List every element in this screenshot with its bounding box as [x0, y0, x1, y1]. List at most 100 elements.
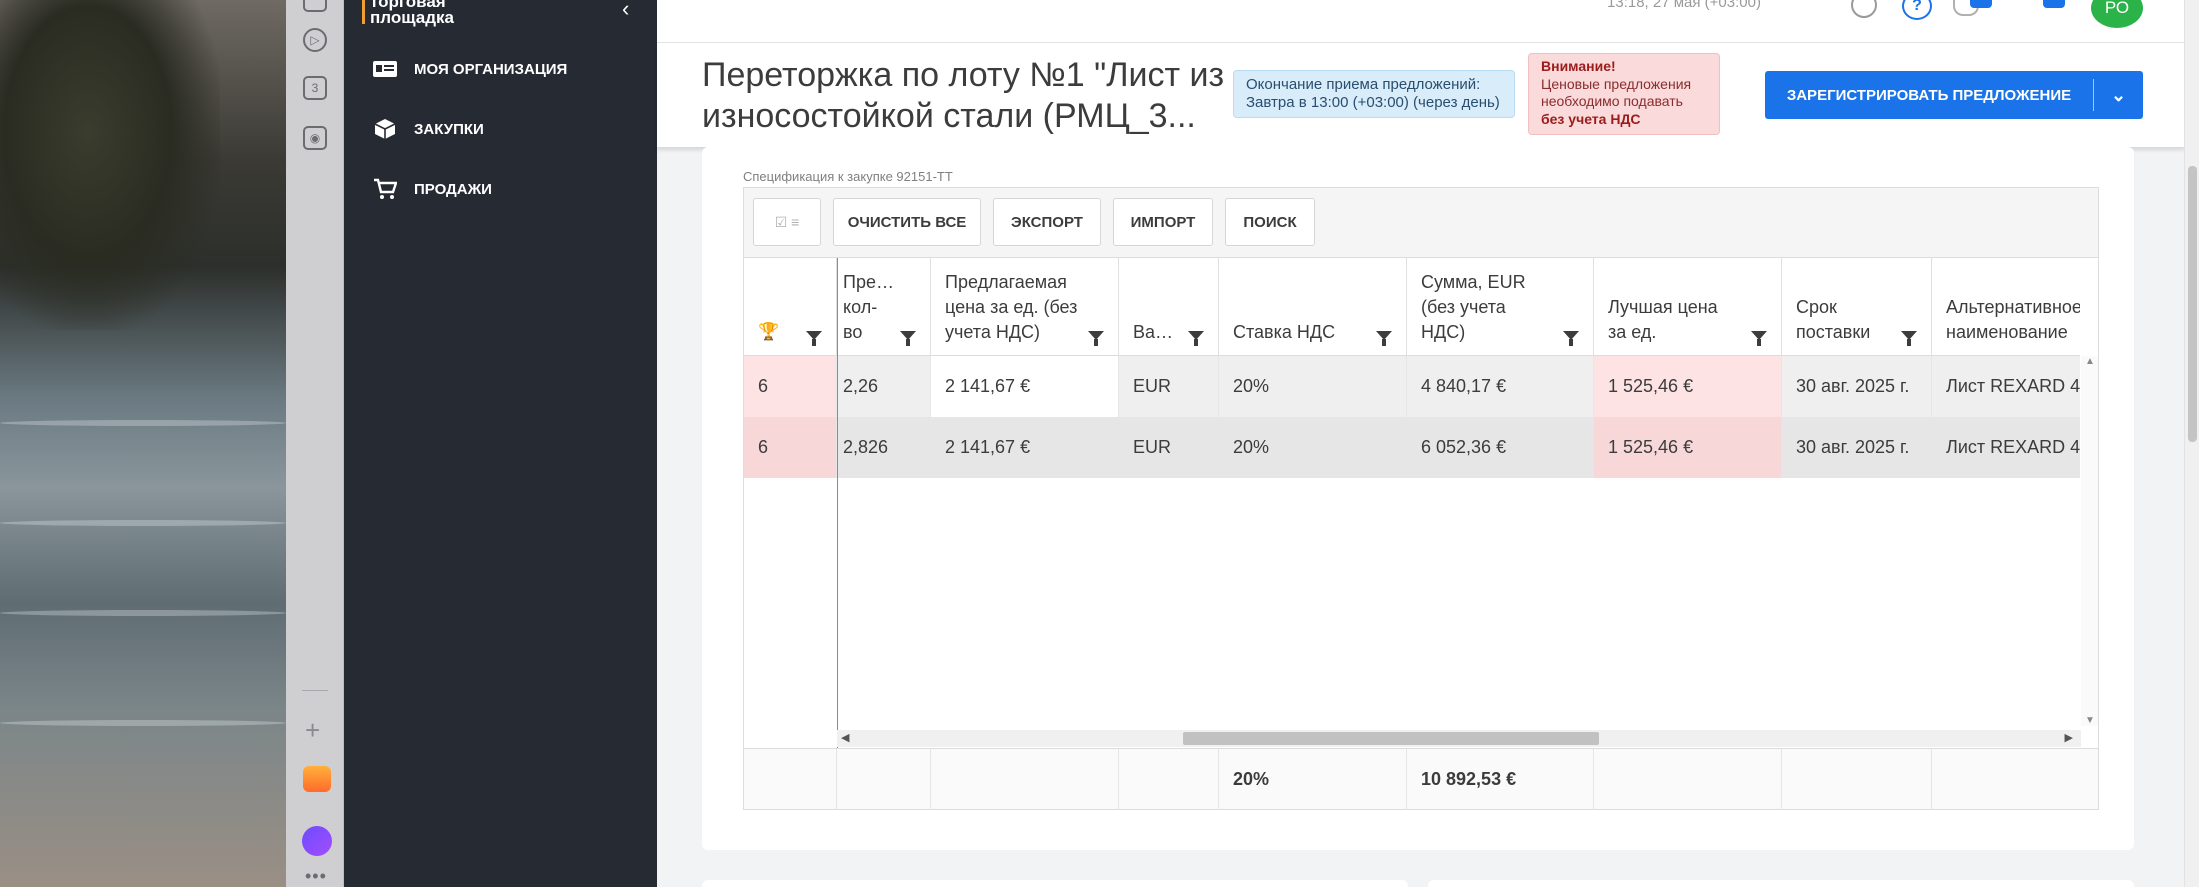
vertical-scrollbar[interactable]: ▲ ▼: [2081, 356, 2098, 726]
register-offer-button[interactable]: ЗАРЕГИСТРИРОВАТЬ ПРЕДЛОЖЕНИЕ ⌄: [1765, 71, 2143, 119]
box-icon: [372, 118, 398, 140]
footer-cell: [837, 749, 931, 810]
wallpaper-rock: [0, 0, 220, 330]
filter-icon[interactable]: [1088, 331, 1104, 346]
browser-side-panel: ▷ 3 ◉ + •••: [286, 0, 344, 887]
horizontal-scroll-thumb[interactable]: [1183, 732, 1599, 745]
wallpaper-wave: [0, 720, 286, 726]
cell-vat-rate: 20%: [1219, 417, 1407, 478]
import-button[interactable]: ИМПОРТ: [1113, 198, 1213, 246]
column-chooser-button[interactable]: ☑ ≡: [753, 198, 821, 246]
filter-icon[interactable]: [1376, 331, 1392, 346]
mail-icon[interactable]: [303, 766, 331, 792]
trophy-icon: 🏆: [758, 322, 780, 341]
table-row[interactable]: 6 2,826 2 141,67 € EUR 20% 6 052,36 € 1 …: [744, 417, 2080, 478]
table-row[interactable]: 6 2,26 2 141,67 € EUR 20% 4 840,17 € 1 5…: [744, 356, 2080, 417]
cell-best-price: 1 525,46 €: [1594, 356, 1782, 417]
more-icon[interactable]: •••: [305, 866, 327, 887]
page-scroll-thumb[interactable]: [2188, 166, 2197, 442]
scroll-left-icon[interactable]: ◀: [841, 731, 849, 744]
specification-grid: ☑ ≡ ОЧИСТИТЬ ВСЕ ЭКСПОРТ ИМПОРТ ПОИСК 🏆 …: [743, 187, 2099, 810]
logo-accent: [362, 0, 365, 24]
app-sidebar: торговая площадка ‹ МОЯ ОРГАНИЗАЦИЯ ЗАКУ…: [344, 0, 657, 887]
cell-sum: 6 052,36 €: [1407, 417, 1594, 478]
column-header-rank[interactable]: 🏆: [744, 258, 837, 356]
filter-icon[interactable]: [900, 331, 916, 346]
top-bar: 13:18, 27 мая (+03:00) ? РО: [657, 0, 2185, 42]
sidebar-item-my-organization[interactable]: МОЯ ОРГАНИЗАЦИЯ: [372, 54, 567, 84]
footer-cell: [1932, 749, 2098, 810]
cell-currency: EUR: [1119, 417, 1219, 478]
cell-offered-price[interactable]: 2 141,67 €: [931, 356, 1119, 417]
cell-currency: EUR: [1119, 356, 1219, 417]
cell-quantity: 2,26: [837, 356, 931, 417]
column-label: Ва…: [1133, 322, 1174, 342]
logo[interactable]: торговая площадка: [370, 0, 454, 26]
column-header-delivery-date[interactable]: Срок поставки: [1782, 258, 1932, 356]
column-header-sum[interactable]: Сумма, EUR (без учета НДС): [1407, 258, 1594, 356]
sidebar-item-sales[interactable]: ПРОДАЖИ: [372, 174, 492, 204]
scroll-right-icon[interactable]: ▶: [2065, 731, 2073, 744]
column-header-vat-rate[interactable]: Ставка НДС: [1219, 258, 1407, 356]
filter-icon[interactable]: [1901, 331, 1917, 346]
filter-icon[interactable]: [806, 331, 822, 346]
cell-sum: 4 840,17 €: [1407, 356, 1594, 417]
counter-label: 3: [311, 81, 319, 95]
messages-badge: [2043, 0, 2065, 8]
warning-emphasis: без учета НДС: [1541, 110, 1641, 127]
play-icon[interactable]: ▷: [303, 28, 327, 52]
sidebar-item-purchases[interactable]: ЗАКУПКИ: [372, 114, 484, 144]
column-label: Лучшая цена за ед.: [1608, 297, 1718, 342]
scroll-down-icon[interactable]: ▼: [2085, 715, 2095, 726]
column-header-currency[interactable]: Ва…: [1119, 258, 1219, 356]
clear-all-button[interactable]: ОЧИСТИТЬ ВСЕ: [833, 198, 981, 246]
filter-icon[interactable]: [1563, 331, 1579, 346]
chevron-down-icon[interactable]: ⌄: [2094, 85, 2143, 106]
counter-icon[interactable]: 3: [303, 76, 327, 100]
horizontal-scrollbar[interactable]: ◀ ▶: [837, 730, 2081, 747]
wallpaper-wave: [0, 420, 286, 426]
deadline-value: Завтра в 13:00 (+03:00) (через день): [1246, 94, 1500, 111]
footer-cell: [1594, 749, 1782, 810]
column-header-offered-price[interactable]: Предлагаемая цена за ед. (без учета НДС): [931, 258, 1119, 356]
column-label: Сумма, EUR (без учета НДС): [1421, 272, 1526, 342]
sidebar-item-label: МОЯ ОРГАНИЗАЦИЯ: [414, 60, 568, 78]
footer-cell: [931, 749, 1119, 810]
screenshot-icon[interactable]: ◉: [303, 126, 327, 150]
column-header-quantity[interactable]: Пре… кол-во: [837, 258, 931, 356]
frozen-column-divider: [837, 258, 838, 748]
wallpaper-wave: [0, 610, 286, 616]
export-button[interactable]: ЭКСПОРТ: [993, 198, 1101, 246]
panel-divider: [302, 690, 328, 691]
filter-icon[interactable]: [1751, 331, 1767, 346]
add-icon[interactable]: +: [305, 717, 320, 743]
assistant-icon[interactable]: [302, 826, 332, 856]
filter-icon[interactable]: [1188, 331, 1204, 346]
collapse-sidebar-icon[interactable]: ‹: [622, 0, 629, 22]
column-header-alt-name[interactable]: Альтернативное наименование: [1932, 258, 2080, 356]
footer-total: 10 892,53 €: [1407, 749, 1594, 810]
warning-text: необходимо подавать: [1541, 93, 1683, 109]
search-button[interactable]: ПОИСК: [1225, 198, 1315, 246]
vat-warning: Внимание! Ценовые предложения необходимо…: [1528, 53, 1720, 135]
cell-alt-name: Лист REXARD 450: [1932, 417, 2080, 478]
page-title: Переторжка по лоту №1 "Лист из износосто…: [702, 56, 1225, 135]
scroll-up-icon[interactable]: ▲: [2085, 356, 2095, 367]
specification-label: Спецификация к закупке 92151-ТТ: [743, 169, 953, 184]
search-icon[interactable]: [1851, 0, 1877, 18]
column-header-best-price[interactable]: Лучшая цена за ед.: [1594, 258, 1782, 356]
cell-quantity: 2,826: [837, 417, 931, 478]
tabs-icon[interactable]: [303, 0, 327, 12]
column-label: Альтернативное наименование: [1946, 297, 2080, 342]
column-label: Ставка НДС: [1233, 322, 1336, 342]
lower-card: [702, 880, 1408, 887]
help-icon[interactable]: ?: [1902, 0, 1932, 20]
page-header: Переторжка по лоту №1 "Лист из износосто…: [657, 43, 2185, 147]
page-scrollbar[interactable]: [2184, 0, 2199, 887]
avatar[interactable]: РО: [2091, 0, 2143, 28]
column-label: Пре… кол-во: [843, 272, 894, 342]
cell-delivery-date: 30 авг. 2025 г.: [1782, 356, 1932, 417]
footer-vat: 20%: [1219, 749, 1407, 810]
cell-offered-price[interactable]: 2 141,67 €: [931, 417, 1119, 478]
warning-text: Ценовые предложения: [1541, 75, 1692, 92]
